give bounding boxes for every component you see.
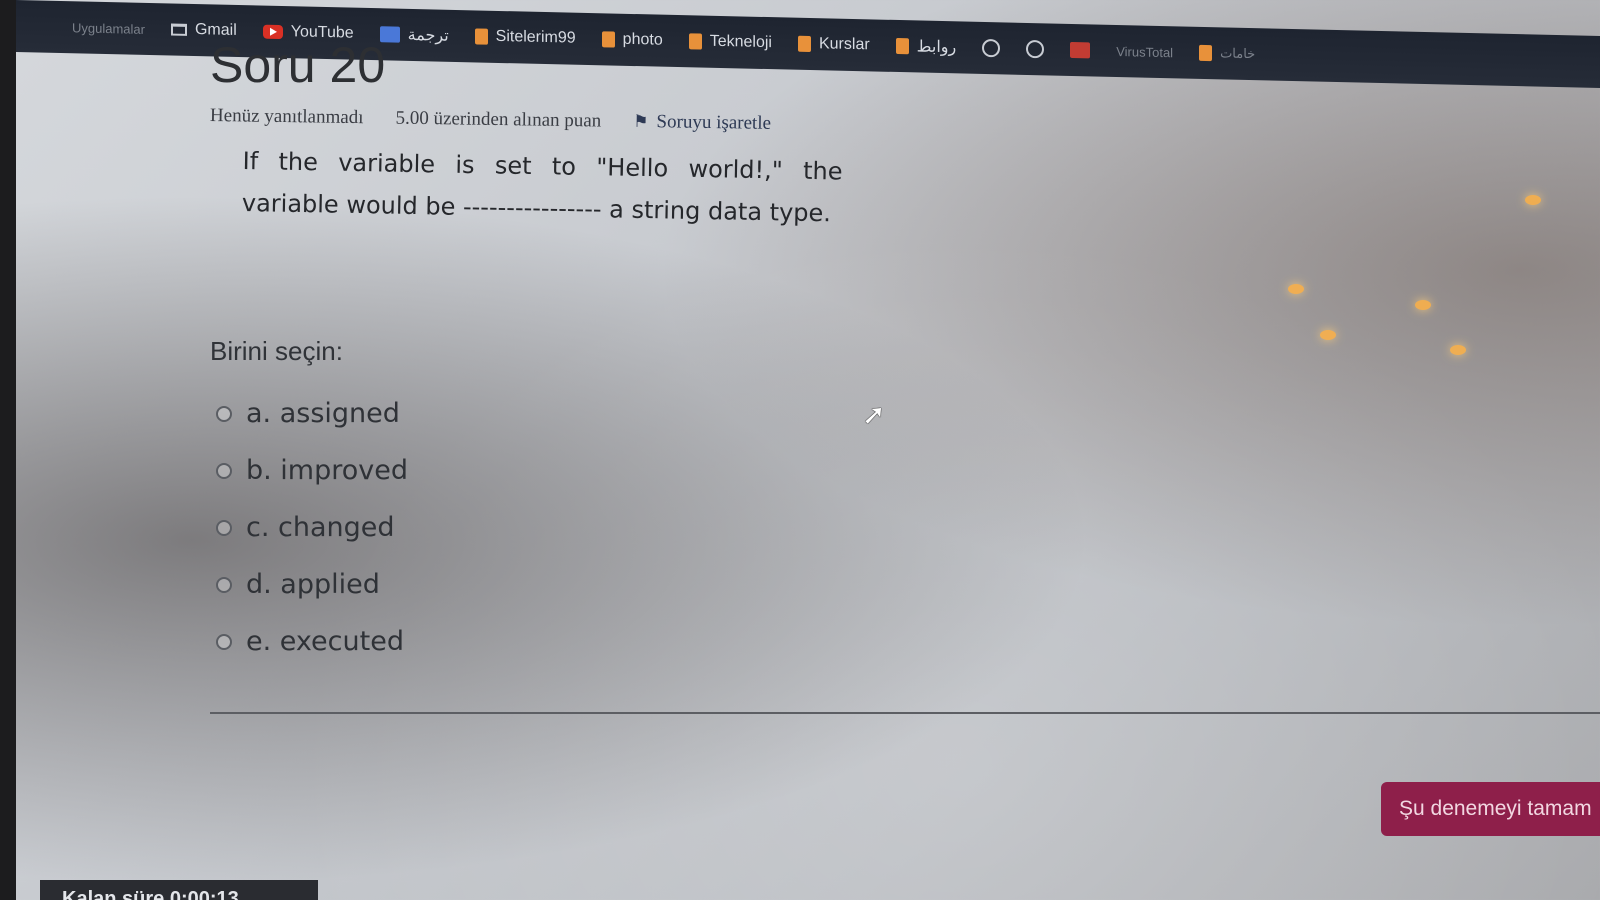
light-reflection xyxy=(1320,330,1336,340)
mail-icon xyxy=(1070,41,1091,59)
answer-option-d[interactable]: d. applied xyxy=(216,556,408,613)
radio-button[interactable] xyxy=(216,633,232,650)
folder-icon xyxy=(688,33,702,50)
folder-icon xyxy=(474,28,488,45)
bookmark-label: ترجمة xyxy=(407,26,449,45)
option-label: c. changed xyxy=(246,512,395,543)
screen-bezel xyxy=(0,0,16,900)
answer-prompt: Birini seçin: xyxy=(210,336,343,366)
answer-options: a. assigned b. improved c. changed d. ap… xyxy=(216,385,408,670)
flag-icon: ⚑ xyxy=(633,111,649,132)
bookmark-kurslar[interactable]: Kurslar xyxy=(797,35,870,55)
question-title: Soru 20 xyxy=(210,37,386,93)
option-label: d. applied xyxy=(246,569,380,600)
light-reflection xyxy=(1450,345,1466,355)
answer-option-e[interactable]: e. executed xyxy=(216,613,408,670)
bookmark-label: photo xyxy=(622,30,663,49)
question-text: If the variable is set to "Hello world!,… xyxy=(241,146,843,228)
globe-icon xyxy=(982,38,1001,58)
answer-option-a[interactable]: a. assigned xyxy=(216,385,408,442)
folder-icon xyxy=(895,37,909,55)
finish-attempt-button[interactable]: Şu denemeyi tamam xyxy=(1381,782,1600,836)
question-points: 5.00 üzerinden alınan puan xyxy=(395,107,602,132)
bookmark-globe-2[interactable] xyxy=(1026,39,1045,59)
bookmark-apps[interactable]: Uygulamalar xyxy=(72,20,145,37)
bookmark-photo[interactable]: photo xyxy=(601,30,663,49)
light-reflection xyxy=(1525,195,1541,205)
answer-option-b[interactable]: b. improved xyxy=(216,442,408,499)
bookmark-label: Kurslar xyxy=(818,35,870,54)
flag-question-label: Soruyu işaretle xyxy=(656,111,772,134)
folder-icon xyxy=(1199,44,1213,62)
bookmark-label: Tekneloji xyxy=(709,32,772,52)
bookmark-label: Sitelerim99 xyxy=(495,27,576,47)
section-divider xyxy=(210,712,1600,714)
bookmark-globe-1[interactable] xyxy=(982,38,1001,58)
light-reflection xyxy=(1288,284,1304,294)
bookmark-label: خامات xyxy=(1220,45,1256,62)
mouse-cursor-icon: ➚ xyxy=(862,399,886,430)
option-label: a. assigned xyxy=(246,398,400,429)
gmail-icon xyxy=(170,23,187,36)
bookmark-sitelerim99[interactable]: Sitelerim99 xyxy=(474,27,576,47)
radio-button[interactable] xyxy=(216,576,232,593)
light-reflection xyxy=(1415,300,1431,310)
bookmark-virustotal[interactable]: VirusTotal xyxy=(1116,43,1173,59)
option-label: e. executed xyxy=(246,626,404,657)
flag-question-link[interactable]: ⚑ Soruyu işaretle xyxy=(633,111,771,135)
time-remaining: Kalan süre 0:00:13 xyxy=(40,880,318,900)
bookmark-khamat[interactable]: خامات xyxy=(1199,44,1256,62)
question-status: Henüz yanıtlanmadı xyxy=(209,105,364,129)
folder-icon xyxy=(601,31,615,48)
radio-button[interactable] xyxy=(216,519,232,536)
option-label: b. improved xyxy=(246,455,408,486)
bookmark-translate[interactable]: ترجمة xyxy=(379,24,449,46)
bookmark-label: روابط xyxy=(916,38,957,57)
answer-option-c[interactable]: c. changed xyxy=(216,499,408,556)
bookmark-tekneloji[interactable]: Tekneloji xyxy=(688,32,772,52)
bookmark-label: Uygulamalar xyxy=(72,19,145,37)
folder-icon xyxy=(797,35,811,53)
question-meta: Henüz yanıtlanmadı 5.00 üzerinden alınan… xyxy=(210,105,771,135)
radio-button[interactable] xyxy=(216,462,232,479)
radio-button[interactable] xyxy=(216,405,232,422)
bookmark-label: VirusTotal xyxy=(1116,43,1174,60)
bookmark-mail[interactable] xyxy=(1070,41,1091,59)
bookmark-rawabit[interactable]: روابط xyxy=(895,36,957,57)
globe-icon xyxy=(1026,39,1045,59)
